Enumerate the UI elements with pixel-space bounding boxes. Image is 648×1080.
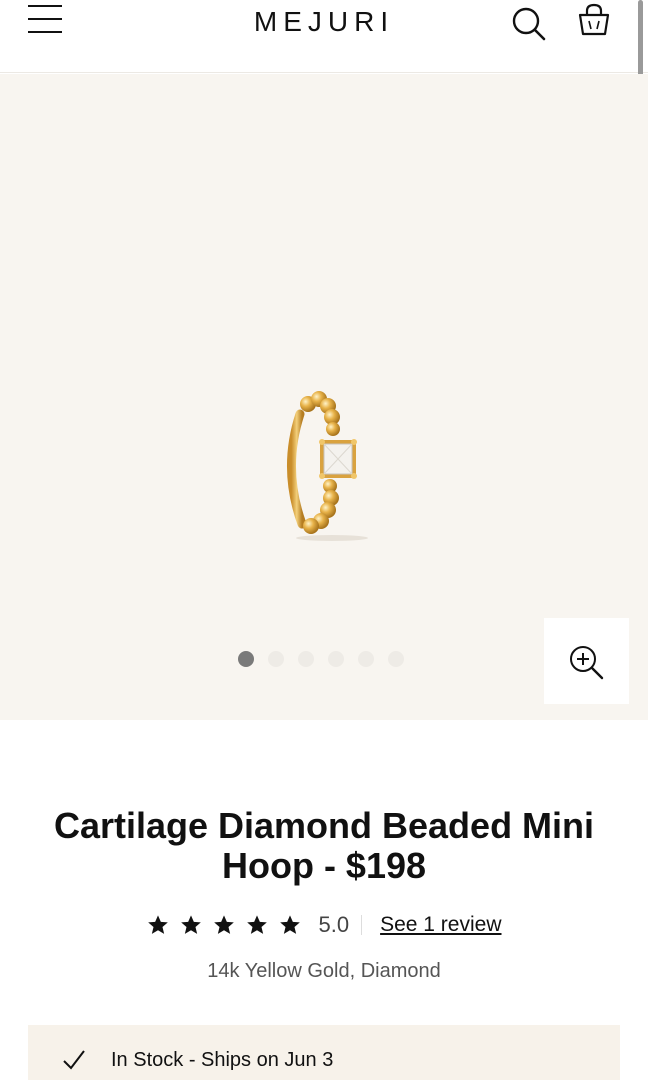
gallery-dots xyxy=(238,651,404,671)
star-icon xyxy=(147,915,168,934)
check-icon xyxy=(63,1050,85,1070)
zoom-in-icon xyxy=(570,646,604,680)
divider xyxy=(361,915,363,935)
availability-text: In Stock - Ships on Jun 3 xyxy=(111,1049,334,1071)
gallery-dot-4[interactable] xyxy=(328,651,344,667)
logo[interactable]: MEJURI xyxy=(224,0,424,40)
search-icon[interactable] xyxy=(510,3,550,43)
product-material: 14k Yellow Gold, Diamond xyxy=(207,960,441,982)
site-header: MEJURI xyxy=(0,0,648,73)
star-icon xyxy=(180,915,201,934)
product-title: Cartilage Diamond Beaded Mini Hoop - $19… xyxy=(53,805,595,886)
star-icon xyxy=(279,915,300,934)
gallery-dot-6[interactable] xyxy=(388,651,404,667)
see-reviews-link[interactable]: See 1 review xyxy=(380,913,501,937)
product-gallery xyxy=(0,74,648,720)
gallery-dot-2[interactable] xyxy=(268,651,284,667)
gallery-dot-5[interactable] xyxy=(358,651,374,667)
star-icon xyxy=(246,915,267,934)
rating-row: 5.0 See 1 review xyxy=(0,908,648,942)
product-image[interactable] xyxy=(270,384,390,554)
star-icon xyxy=(213,915,234,934)
hamburger-menu-icon[interactable] xyxy=(26,2,64,36)
zoom-button[interactable] xyxy=(544,618,629,704)
gallery-dot-1[interactable] xyxy=(238,651,254,667)
rating-value: 5.0 xyxy=(318,912,350,937)
logo-text: MEJURI xyxy=(253,6,395,37)
gallery-dot-3[interactable] xyxy=(298,651,314,667)
shopping-bag-icon[interactable] xyxy=(574,1,614,41)
availability-banner: In Stock - Ships on Jun 3 xyxy=(28,1025,620,1080)
rating-stars xyxy=(147,914,301,936)
